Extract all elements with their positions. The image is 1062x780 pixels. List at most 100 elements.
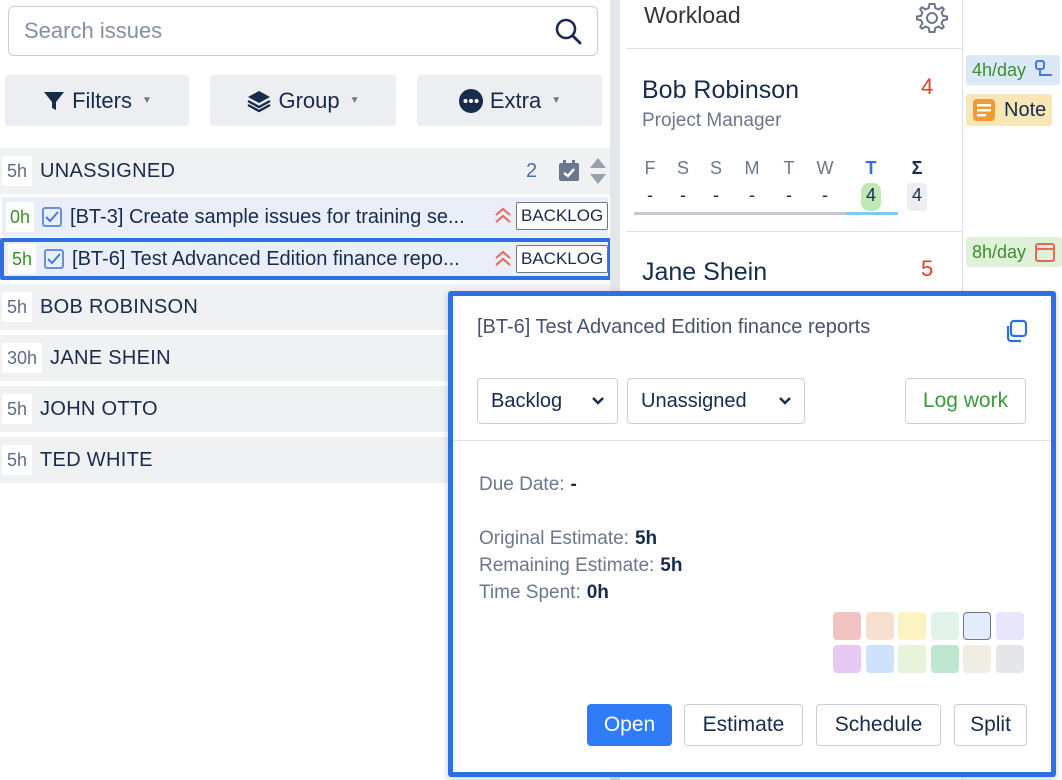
chevron-down-icon: ▼ bbox=[349, 95, 360, 106]
color-swatch[interactable] bbox=[963, 645, 991, 673]
log-work-button[interactable]: Log work bbox=[905, 378, 1026, 424]
group-name: UNASSIGNED bbox=[40, 159, 176, 182]
group-hours: 5h bbox=[2, 292, 33, 322]
color-swatch[interactable] bbox=[930, 612, 959, 640]
issue-hours: 0h bbox=[6, 202, 35, 232]
priority-high-icon bbox=[495, 207, 511, 223]
calendar-check-icon[interactable] bbox=[557, 159, 581, 183]
color-swatch[interactable] bbox=[995, 612, 1024, 640]
original-estimate-label: Original Estimate: bbox=[479, 528, 629, 549]
day-value: - bbox=[822, 185, 828, 205]
checkbox-icon bbox=[44, 249, 65, 269]
schedule-button[interactable]: Schedule bbox=[816, 704, 941, 746]
original-estimate-value: 5h bbox=[634, 528, 658, 549]
sort-icon[interactable] bbox=[588, 156, 608, 186]
time-spent-label: Time Spent: bbox=[479, 582, 581, 603]
estimate-button[interactable]: Estimate bbox=[684, 704, 803, 746]
color-swatch[interactable] bbox=[963, 612, 991, 640]
day-value: - bbox=[680, 185, 686, 205]
day-label-today: T bbox=[865, 158, 877, 178]
group-name: JANE SHEIN bbox=[50, 346, 171, 369]
time-spent-row: Time Spent: 0h bbox=[479, 582, 609, 604]
open-button[interactable]: Open bbox=[587, 704, 672, 746]
priority-high-icon bbox=[495, 250, 511, 266]
rate-pill: 8h/day bbox=[966, 237, 1062, 267]
group-label: Group bbox=[278, 87, 340, 113]
popup-issue-title[interactable]: [BT-6] Test Advanced Edition finance rep… bbox=[477, 314, 947, 340]
user-issue-count: 4 bbox=[921, 74, 934, 99]
rate-text: 4h/day bbox=[972, 59, 1027, 80]
day-label-sum: Σ bbox=[911, 158, 923, 178]
day-value: - bbox=[713, 185, 719, 205]
popup-divider bbox=[453, 440, 1051, 441]
color-swatch[interactable] bbox=[865, 645, 894, 673]
rate-text: 8h/day bbox=[972, 241, 1027, 262]
day-value: - bbox=[749, 185, 755, 205]
filters-button[interactable]: Filters ▼ bbox=[5, 75, 189, 126]
filter-icon bbox=[44, 91, 65, 110]
chevron-down-icon: ▼ bbox=[141, 95, 152, 106]
status-badge: BACKLOG bbox=[516, 202, 609, 230]
day-value-sum: 4 bbox=[911, 185, 922, 205]
issue-row[interactable]: 0h [BT-3] Create sample issues for train… bbox=[2, 197, 609, 237]
row-divider bbox=[626, 231, 962, 232]
group-name: JOHN OTTO bbox=[40, 397, 158, 420]
remaining-estimate-value: 5h bbox=[660, 555, 683, 576]
user-role: Project Manager bbox=[642, 110, 782, 131]
user-issue-count: 5 bbox=[921, 256, 934, 281]
search-box[interactable] bbox=[8, 6, 598, 56]
color-swatch[interactable] bbox=[898, 612, 926, 640]
day-label: T bbox=[783, 158, 795, 178]
search-input[interactable] bbox=[22, 17, 553, 45]
extra-button[interactable]: Extra ▼ bbox=[417, 75, 602, 126]
group-button[interactable]: Group ▼ bbox=[210, 75, 396, 126]
status-select-value: Backlog bbox=[491, 389, 563, 412]
calendar-icon bbox=[1035, 243, 1056, 262]
original-estimate-row: Original Estimate: 5h bbox=[479, 528, 657, 550]
extra-label: Extra bbox=[489, 87, 542, 113]
group-hours: 5h bbox=[2, 394, 33, 424]
status-select[interactable]: Backlog bbox=[477, 378, 618, 424]
color-swatch[interactable] bbox=[898, 645, 926, 673]
copy-icon[interactable] bbox=[1004, 319, 1028, 343]
status-badge: BACKLOG bbox=[516, 245, 609, 273]
layers-icon bbox=[247, 90, 272, 112]
issue-popup: [BT-6] Test Advanced Edition finance rep… bbox=[448, 291, 1056, 777]
due-date-label: Due Date: bbox=[479, 474, 565, 495]
group-hours: 5h bbox=[2, 445, 33, 475]
color-swatch[interactable] bbox=[833, 612, 861, 640]
remaining-estimate-row: Remaining Estimate: 5h bbox=[479, 555, 682, 577]
day-label: F bbox=[644, 158, 656, 178]
color-swatch[interactable] bbox=[930, 645, 959, 673]
issue-row-selected[interactable]: 5h [BT-6] Test Advanced Edition finance … bbox=[0, 238, 612, 280]
link-icon bbox=[1035, 60, 1053, 76]
assignee-select-value: Unassigned bbox=[641, 389, 747, 412]
group-count: 2 bbox=[526, 159, 538, 182]
split-button[interactable]: Split bbox=[954, 704, 1027, 746]
gear-icon[interactable] bbox=[915, 1, 949, 35]
group-header-unassigned[interactable]: 5h UNASSIGNED 2 bbox=[0, 148, 610, 194]
row-divider bbox=[626, 48, 962, 49]
group-hours: 30h bbox=[2, 343, 43, 373]
filters-label: Filters bbox=[72, 87, 132, 113]
color-swatch[interactable] bbox=[833, 645, 861, 673]
note-pill[interactable]: Note bbox=[966, 94, 1053, 126]
day-label: S bbox=[709, 158, 722, 178]
group-hours: 5h bbox=[2, 156, 33, 186]
remaining-estimate-label: Remaining Estimate: bbox=[479, 555, 655, 576]
color-swatch[interactable] bbox=[865, 612, 894, 640]
group-name: BOB ROBINSON bbox=[40, 295, 199, 318]
day-value: - bbox=[786, 185, 792, 205]
day-label: S bbox=[676, 158, 689, 178]
workload-title: Workload bbox=[644, 2, 741, 28]
day-label: W bbox=[816, 158, 834, 178]
chevron-down-icon bbox=[592, 397, 604, 405]
search-icon[interactable] bbox=[553, 16, 583, 46]
time-spent-value: 0h bbox=[586, 582, 609, 603]
assignee-select[interactable]: Unassigned bbox=[627, 378, 805, 424]
issue-hours: 5h bbox=[8, 244, 37, 274]
chevron-down-icon bbox=[779, 397, 791, 405]
day-label: M bbox=[744, 158, 760, 178]
color-swatch[interactable] bbox=[995, 645, 1024, 673]
workload-bar-today bbox=[846, 212, 898, 215]
